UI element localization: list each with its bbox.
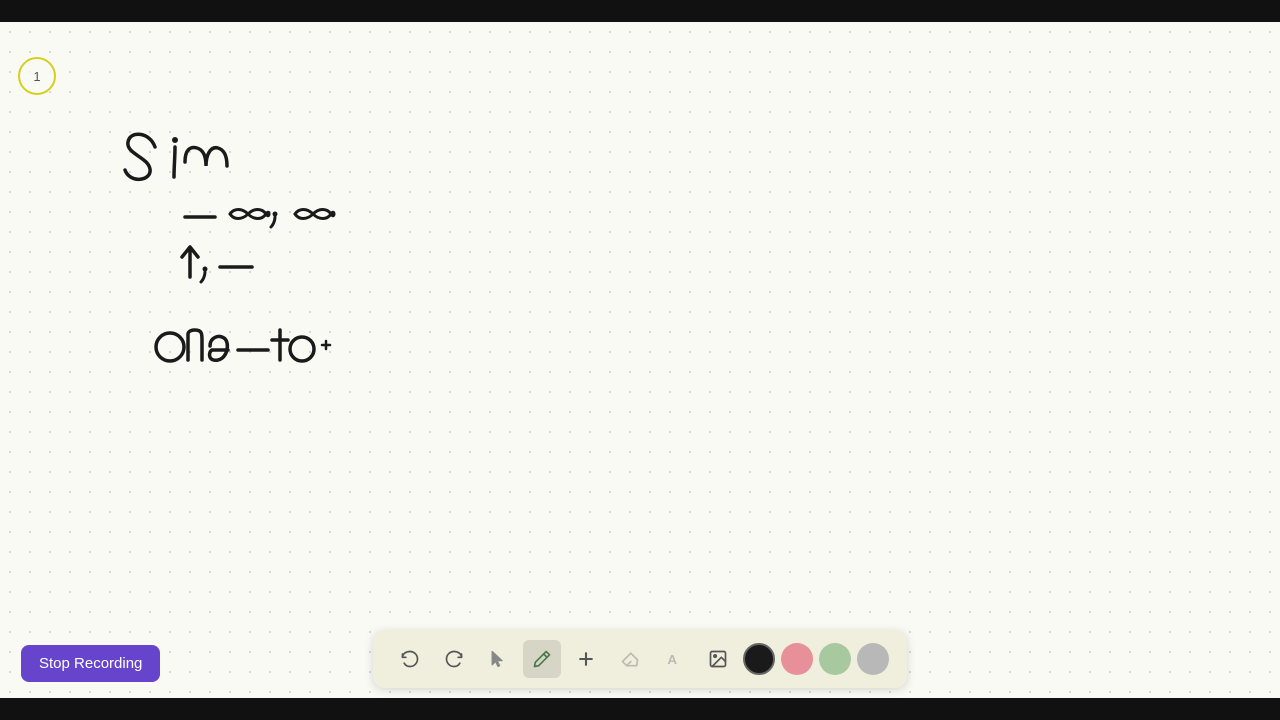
timer-circle: 1 (18, 57, 56, 95)
eraser-icon (620, 649, 640, 669)
toolbar: A (373, 630, 907, 688)
image-icon (708, 649, 728, 669)
text-icon: A (664, 649, 684, 669)
color-gray-button[interactable] (857, 643, 889, 675)
top-bar (0, 0, 1280, 22)
stop-recording-button[interactable]: Stop Recording (21, 645, 160, 682)
add-button[interactable] (567, 640, 605, 678)
undo-button[interactable] (391, 640, 429, 678)
pen-icon (532, 649, 552, 669)
text-button[interactable]: A (655, 640, 693, 678)
image-button[interactable] (699, 640, 737, 678)
undo-icon (400, 649, 420, 669)
cursor-icon (488, 649, 508, 669)
color-green-button[interactable] (819, 643, 851, 675)
pen-button[interactable] (523, 640, 561, 678)
canvas-area[interactable]: 1 (0, 22, 1280, 698)
color-pink-button[interactable] (781, 643, 813, 675)
app-container: 1 (0, 0, 1280, 720)
svg-text:A: A (667, 652, 677, 667)
handwriting-svg (100, 102, 600, 482)
redo-button[interactable] (435, 640, 473, 678)
redo-icon (444, 649, 464, 669)
color-black-button[interactable] (743, 643, 775, 675)
handwriting-content (100, 102, 600, 487)
timer-value: 1 (33, 69, 40, 84)
select-button[interactable] (479, 640, 517, 678)
bottom-bar (0, 698, 1280, 720)
add-icon (576, 649, 596, 669)
eraser-button[interactable] (611, 640, 649, 678)
